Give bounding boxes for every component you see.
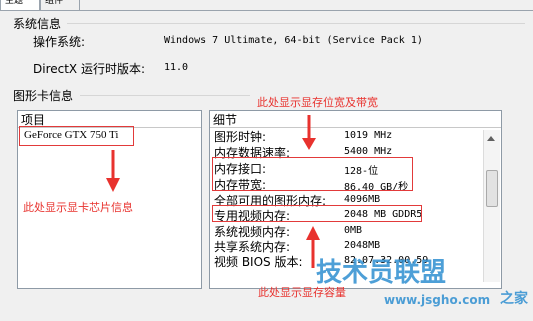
watermark-suffix: 之家 <box>500 291 528 307</box>
annotation-gpu-chip: 此处显示显卡芯片信息 <box>23 201 133 214</box>
arrow-down-head-icon <box>106 178 120 192</box>
arrow-up-head-icon <box>306 226 320 240</box>
watermark-brand: 技术员联盟 <box>316 258 447 288</box>
arrow-down-head-icon <box>302 138 316 150</box>
annotation-arrows <box>106 115 320 268</box>
watermark-url: www.jsgho.com <box>384 293 491 307</box>
annotation-bandwidth: 此处显示显存位宽及带宽 <box>257 96 378 109</box>
